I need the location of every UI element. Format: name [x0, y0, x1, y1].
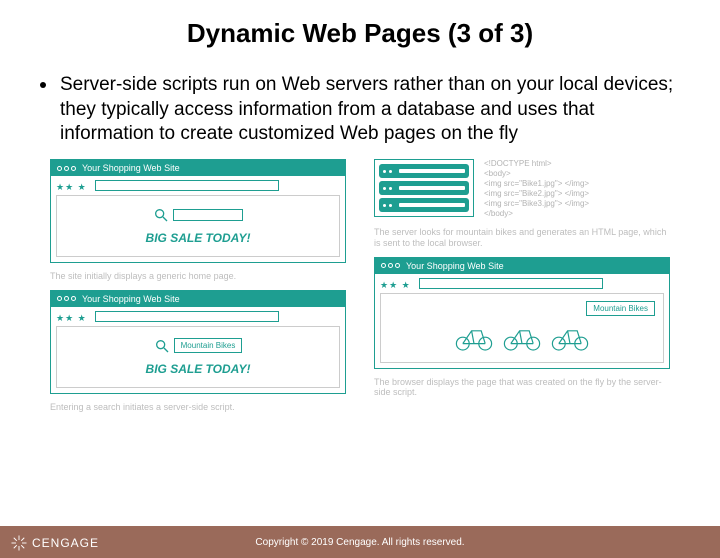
browser-title-text: Your Shopping Web Site: [406, 261, 504, 271]
search-icon: [153, 207, 169, 223]
page-body: Mountain Bikes BIG SALE TODAY!: [56, 326, 340, 388]
server-step: <!DOCTYPE html> <body> <img src="Bike1.j…: [374, 159, 670, 219]
nav-dots-icon: ★★ ★: [56, 182, 87, 193]
browser-titlebar: Your Shopping Web Site: [375, 258, 669, 274]
window-controls-icon: [57, 296, 76, 301]
result-label: Mountain Bikes: [586, 301, 655, 316]
nav-dots-icon: ★★ ★: [56, 313, 87, 324]
right-column: <!DOCTYPE html> <body> <img src="Bike1.j…: [374, 159, 670, 413]
code-line: <body>: [484, 169, 670, 179]
address-bar: [95, 180, 280, 191]
browser-title-text: Your Shopping Web Site: [82, 163, 180, 173]
nav-dots-icon: ★★ ★: [380, 280, 411, 291]
browser-panel-generic: Your Shopping Web Site ★★ ★ BIG SALE TOD…: [50, 159, 346, 263]
caption-d: The browser displays the page that was c…: [374, 377, 670, 399]
slide-title: Dynamic Web Pages (3 of 3): [0, 18, 720, 49]
caption-c: The server looks for mountain bikes and …: [374, 227, 670, 249]
brand-logo: CENGAGE: [10, 534, 99, 552]
code-line: <!DOCTYPE html>: [484, 159, 670, 169]
page-body: BIG SALE TODAY!: [56, 195, 340, 257]
sale-banner: BIG SALE TODAY!: [146, 231, 251, 245]
search-icon: [154, 338, 170, 354]
footer-bar: CENGAGE Copyright © 2019 Cengage. All ri…: [0, 526, 720, 558]
bike-icon: [550, 324, 590, 352]
html-code-block: <!DOCTYPE html> <body> <img src="Bike1.j…: [484, 159, 670, 219]
window-controls-icon: [381, 263, 400, 268]
bike-icon: [502, 324, 542, 352]
drive-icon: [379, 198, 469, 212]
code-line: <img src="Bike1.jpg"> </img>: [484, 179, 670, 189]
star-burst-icon: [10, 534, 28, 552]
caption-b: Entering a search initiates a server-sid…: [50, 402, 346, 413]
search-input-filled: Mountain Bikes: [174, 338, 243, 353]
bike-icon: [454, 324, 494, 352]
drive-icon: [379, 181, 469, 195]
code-line: </body>: [484, 209, 670, 219]
browser-titlebar: Your Shopping Web Site: [51, 291, 345, 307]
brand-text: CENGAGE: [32, 536, 99, 550]
browser-panel-result: Your Shopping Web Site ★★ ★ Mountain Bik…: [374, 257, 670, 369]
address-bar: [419, 278, 604, 289]
left-column: Your Shopping Web Site ★★ ★ BIG SALE TOD…: [50, 159, 346, 413]
copyright-text: Copyright © 2019 Cengage. All rights res…: [255, 537, 464, 548]
address-bar: [95, 311, 280, 322]
bullet-item: Server-side scripts run on Web servers r…: [40, 73, 680, 147]
bike-row: [454, 324, 590, 352]
server-icon: [374, 159, 474, 217]
browser-title-text: Your Shopping Web Site: [82, 294, 180, 304]
caption-a: The site initially displays a generic ho…: [50, 271, 346, 282]
drive-icon: [379, 164, 469, 178]
browser-titlebar: Your Shopping Web Site: [51, 160, 345, 176]
code-line: <img src="Bike3.jpg"> </img>: [484, 199, 670, 209]
diagram-container: Your Shopping Web Site ★★ ★ BIG SALE TOD…: [50, 159, 670, 413]
bullet-text: Server-side scripts run on Web servers r…: [60, 73, 680, 147]
bullet-dot-icon: [40, 82, 46, 88]
search-input-empty: [173, 209, 243, 221]
browser-panel-search: Your Shopping Web Site ★★ ★ Mountain Bik…: [50, 290, 346, 394]
page-body: Mountain Bikes: [380, 293, 664, 363]
window-controls-icon: [57, 166, 76, 171]
code-line: <img src="Bike2.jpg"> </img>: [484, 189, 670, 199]
sale-banner: BIG SALE TODAY!: [146, 362, 251, 376]
